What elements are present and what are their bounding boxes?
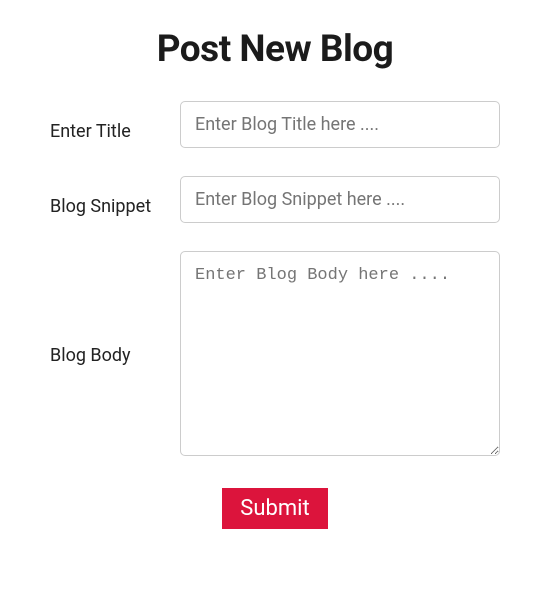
snippet-label: Blog Snippet	[50, 196, 170, 223]
snippet-input[interactable]	[180, 176, 500, 223]
title-input-col	[180, 101, 500, 148]
body-label: Blog Body	[50, 345, 170, 366]
title-row: Enter Title	[50, 101, 500, 148]
title-input[interactable]	[180, 101, 500, 148]
submit-wrap: Submit	[50, 488, 500, 529]
body-textarea[interactable]	[180, 251, 500, 456]
form-container: Post New Blog Enter Title Blog Snippet B…	[0, 0, 550, 529]
body-row: Blog Body	[50, 251, 500, 460]
snippet-input-col	[180, 176, 500, 223]
snippet-row: Blog Snippet	[50, 176, 500, 223]
title-label: Enter Title	[50, 121, 170, 148]
body-input-col	[180, 251, 500, 460]
page-title: Post New Blog	[50, 28, 500, 71]
submit-button[interactable]: Submit	[222, 488, 327, 529]
